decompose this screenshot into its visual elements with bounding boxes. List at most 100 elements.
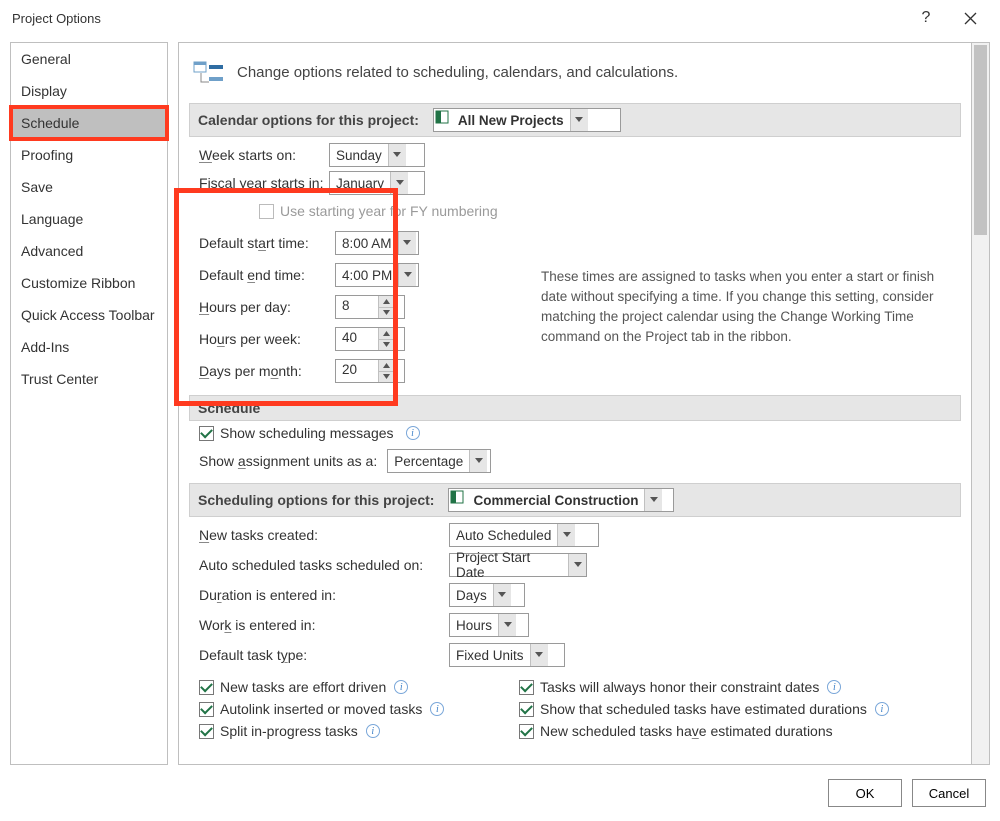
fiscal-starts-label: Fiscal year starts in:	[199, 175, 329, 191]
sidebar-item-schedule[interactable]: Schedule	[11, 107, 167, 139]
schedopt-project-select[interactable]: Commercial Construction	[448, 488, 674, 512]
week-starts-select[interactable]: Sunday	[329, 143, 425, 167]
task-type-select[interactable]: Fixed Units	[449, 643, 565, 667]
sidebar-item-advanced[interactable]: Advanced	[11, 235, 167, 267]
sidebar-nav: General Display Schedule Proofing Save L…	[10, 42, 168, 765]
info-icon[interactable]: i	[394, 680, 408, 694]
spin-down-icon[interactable]	[379, 372, 394, 383]
schedule-section-icon	[193, 59, 225, 85]
info-icon[interactable]: i	[827, 680, 841, 694]
info-icon[interactable]: i	[406, 426, 420, 440]
default-end-label: Default end time:	[199, 267, 329, 283]
fiscal-starts-value: January	[330, 172, 390, 194]
default-end-value: 4:00 PM	[336, 264, 398, 286]
chevron-down-icon	[493, 584, 511, 606]
info-icon[interactable]: i	[875, 702, 889, 716]
new-estimated-checkbox[interactable]: New scheduled tasks have estimated durat…	[519, 723, 961, 739]
chevron-down-icon	[568, 554, 586, 576]
vertical-scrollbar[interactable]	[972, 42, 990, 765]
work-value: Hours	[450, 614, 498, 636]
sidebar-item-save[interactable]: Save	[11, 171, 167, 203]
cancel-button[interactable]: Cancel	[912, 779, 986, 807]
spin-down-icon[interactable]	[379, 340, 394, 351]
default-end-select[interactable]: 4:00 PM	[335, 263, 419, 287]
scrollbar-thumb[interactable]	[974, 45, 987, 235]
task-type-value: Fixed Units	[450, 644, 530, 666]
schedopt-project-value: Commercial Construction	[467, 489, 644, 511]
spin-down-icon[interactable]	[379, 308, 394, 319]
autolink-checkbox[interactable]: Autolink inserted or moved tasks i	[199, 701, 519, 717]
dialog-title: Project Options	[12, 11, 101, 26]
use-starting-year-label: Use starting year for FY numbering	[280, 203, 498, 219]
show-estimated-label: Show that scheduled tasks have estimated…	[540, 701, 867, 717]
close-button[interactable]	[948, 0, 992, 36]
effort-driven-label: New tasks are effort driven	[220, 679, 386, 695]
sidebar-item-general[interactable]: General	[11, 43, 167, 75]
section-calendar-header: Calendar options for this project: All N…	[189, 103, 961, 137]
sidebar-item-language[interactable]: Language	[11, 203, 167, 235]
default-start-value: 8:00 AM	[336, 232, 398, 254]
sidebar-item-customize-ribbon[interactable]: Customize Ribbon	[11, 267, 167, 299]
sidebar-item-qat[interactable]: Quick Access Toolbar	[11, 299, 167, 331]
auto-on-label: Auto scheduled tasks scheduled on:	[199, 557, 449, 573]
help-button[interactable]: ?	[904, 0, 948, 36]
chevron-down-icon	[398, 232, 416, 254]
auto-on-value: Project Start Date	[450, 554, 568, 576]
section-schedule-title: Schedule	[198, 400, 260, 416]
days-month-label: Days per month:	[199, 363, 329, 379]
auto-on-select[interactable]: Project Start Date	[449, 553, 587, 577]
new-tasks-select[interactable]: Auto Scheduled	[449, 523, 599, 547]
section-schedopt-title: Scheduling options for this project:	[198, 492, 434, 508]
chevron-down-icon	[557, 524, 575, 546]
ok-button[interactable]: OK	[828, 779, 902, 807]
chevron-down-icon	[390, 172, 408, 194]
chevron-down-icon	[644, 489, 662, 511]
fiscal-starts-select[interactable]: January	[329, 171, 425, 195]
autolink-label: Autolink inserted or moved tasks	[220, 701, 422, 717]
spin-up-icon[interactable]	[379, 296, 394, 308]
intro-text: Change options related to scheduling, ca…	[237, 64, 678, 81]
use-starting-year-checkbox: Use starting year for FY numbering	[259, 203, 498, 219]
assignment-units-select[interactable]: Percentage	[387, 449, 491, 473]
hours-week-spinner[interactable]: 40	[335, 327, 405, 351]
sidebar-item-trust-center[interactable]: Trust Center	[11, 363, 167, 395]
chevron-down-icon	[398, 264, 416, 286]
days-month-spinner[interactable]: 20	[335, 359, 405, 383]
week-starts-value: Sunday	[330, 144, 388, 166]
sidebar-item-proofing[interactable]: Proofing	[11, 139, 167, 171]
sidebar-item-display[interactable]: Display	[11, 75, 167, 107]
spin-up-icon[interactable]	[379, 360, 394, 372]
show-scheduling-messages-checkbox[interactable]: Show scheduling messages	[199, 425, 394, 441]
calendar-project-select[interactable]: All New Projects	[433, 108, 621, 132]
effort-driven-checkbox[interactable]: New tasks are effort driven i	[199, 679, 519, 695]
duration-select[interactable]: Days	[449, 583, 525, 607]
sidebar-item-addins[interactable]: Add-Ins	[11, 331, 167, 363]
honor-constraints-checkbox[interactable]: Tasks will always honor their constraint…	[519, 679, 961, 695]
section-schedopt-header: Scheduling options for this project: Com…	[189, 483, 961, 517]
split-tasks-checkbox[interactable]: Split in-progress tasksi	[199, 723, 519, 739]
default-start-select[interactable]: 8:00 AM	[335, 231, 419, 255]
chevron-down-icon	[570, 109, 588, 131]
hours-day-label: Hours per day:	[199, 299, 329, 315]
info-icon[interactable]: i	[366, 724, 380, 738]
duration-value: Days	[450, 584, 493, 606]
work-label: Work is entered in:	[199, 617, 449, 633]
chevron-down-icon	[498, 614, 516, 636]
assignment-units-value: Percentage	[388, 450, 469, 472]
info-icon[interactable]: i	[430, 702, 444, 716]
days-month-value: 20	[336, 360, 378, 382]
section-calendar-title: Calendar options for this project:	[198, 112, 419, 128]
spin-up-icon[interactable]	[379, 328, 394, 340]
task-type-label: Default task type:	[199, 647, 449, 663]
chevron-down-icon	[388, 144, 406, 166]
project-file-icon	[434, 109, 450, 125]
chevron-down-icon	[469, 450, 487, 472]
work-select[interactable]: Hours	[449, 613, 529, 637]
show-estimated-checkbox[interactable]: Show that scheduled tasks have estimated…	[519, 701, 961, 717]
project-file-icon	[449, 489, 465, 505]
new-tasks-label: New tasks created:	[199, 527, 449, 543]
calendar-project-value: All New Projects	[452, 109, 570, 131]
duration-label: Duration is entered in:	[199, 587, 449, 603]
hours-day-spinner[interactable]: 8	[335, 295, 405, 319]
new-tasks-value: Auto Scheduled	[450, 524, 557, 546]
